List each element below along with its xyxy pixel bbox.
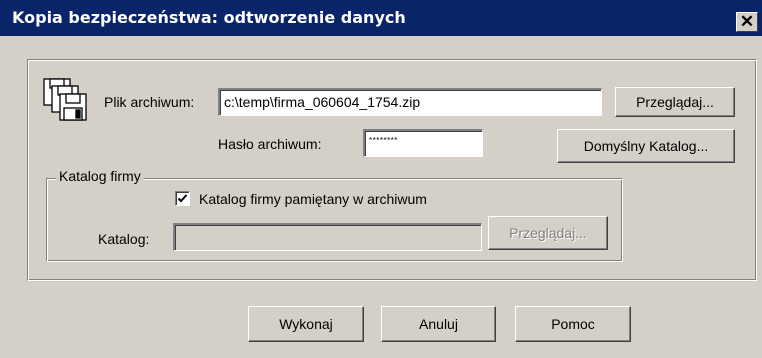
cancel-button[interactable]: Anuluj <box>381 306 496 342</box>
password-label: Hasło archiwum: <box>218 136 322 152</box>
close-button[interactable]: ✕ <box>736 12 758 32</box>
password-input[interactable]: ******** <box>363 129 483 157</box>
floppy-disks-icon <box>43 78 87 121</box>
browse-file-button[interactable]: Przeglądaj... <box>615 87 735 117</box>
directory-label: Katalog: <box>98 231 150 247</box>
company-directory-group-label: Katalog firmy <box>56 168 144 184</box>
remembered-checkbox[interactable] <box>175 191 190 206</box>
execute-button[interactable]: Wykonaj <box>248 306 364 342</box>
file-label: Plik archiwum: <box>104 94 195 110</box>
close-icon: ✕ <box>739 12 755 31</box>
checkmark-icon <box>177 194 188 203</box>
window-title: Kopia bezpieczeństwa: odtworzenie danych <box>12 8 406 27</box>
remembered-checkbox-label[interactable]: Katalog firmy pamiętany w archiwum <box>199 190 427 208</box>
help-button[interactable]: Pomoc <box>515 306 631 342</box>
directory-input[interactable] <box>173 223 482 251</box>
browse-directory-button[interactable]: Przeglądaj... <box>488 216 608 250</box>
default-directory-button[interactable]: Domyślny Katalog... <box>557 129 735 163</box>
archive-file-input[interactable]: c:\temp\firma_060604_1754.zip <box>218 88 602 116</box>
